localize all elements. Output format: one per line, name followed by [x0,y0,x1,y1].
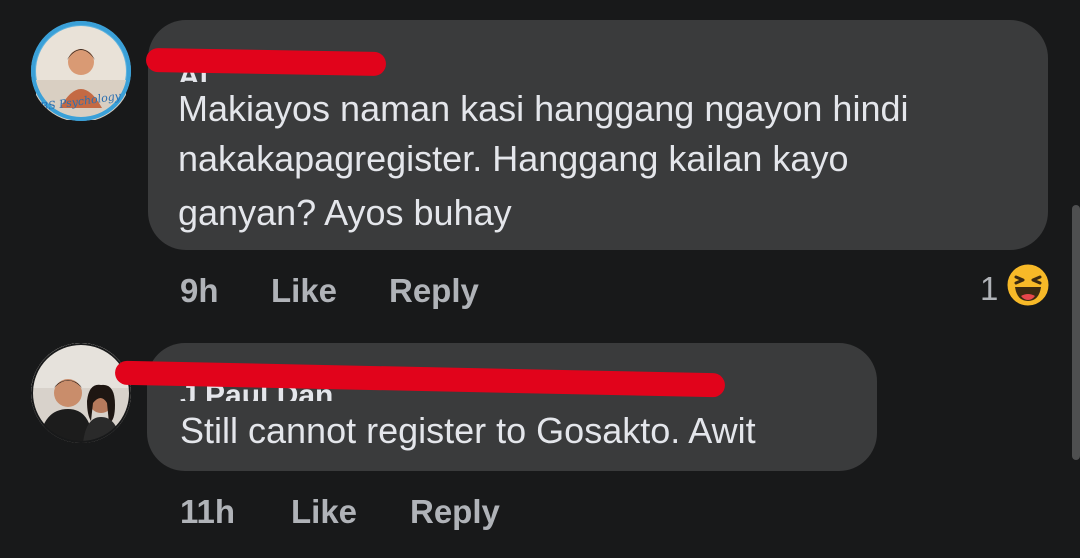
comment-timestamp[interactable]: 11h [180,493,235,531]
comment-timestamp[interactable]: 9h [180,272,219,310]
reply-button[interactable]: Reply [410,493,500,531]
comment-text-line: ganyan? Ayos buhay [178,192,512,233]
commenter-avatar[interactable]: BS Psychology [30,20,132,122]
commenter-avatar[interactable] [31,343,131,443]
like-button[interactable]: Like [271,272,337,310]
comment-text-line: nakakapagregister. Hanggang kailan kayo [178,138,849,179]
redaction-mark [145,47,387,77]
comment-thread: BS Psychology Ai Makiayos naman kasi han… [0,0,1080,558]
reaction-count[interactable]: 1 [980,270,998,308]
reply-button[interactable]: Reply [389,272,479,310]
like-button[interactable]: Like [291,493,357,531]
comment-text-line: Makiayos naman kasi hanggang ngayon hind… [178,88,909,129]
scrollbar[interactable] [1072,205,1080,460]
comment-text-line: Still cannot register to Gosakto. Awit [180,410,756,451]
haha-emoji-icon[interactable] [1006,263,1050,307]
comment-bubble: J Paul Dan Still cannot register to Gosa… [114,343,877,471]
comment-bubble: Ai Makiayos naman kasi hanggang ngayon h… [145,20,1048,250]
